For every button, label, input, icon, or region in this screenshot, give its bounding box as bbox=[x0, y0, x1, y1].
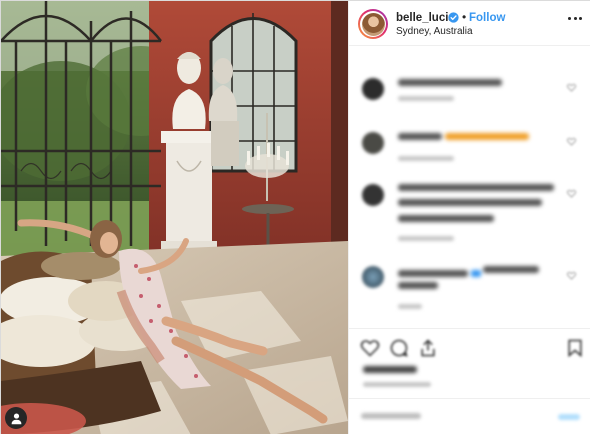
post-timestamp bbox=[363, 380, 431, 389]
comment-meta bbox=[398, 302, 422, 311]
location-link[interactable]: Sydney, Australia bbox=[396, 26, 473, 37]
header-separator: • bbox=[462, 10, 467, 24]
likes-count[interactable] bbox=[363, 365, 417, 376]
comment-text-blurred bbox=[398, 79, 502, 86]
comment-text bbox=[398, 132, 558, 144]
more-dot bbox=[573, 17, 577, 20]
comment-text-blurred bbox=[398, 282, 438, 289]
comment-avatar[interactable] bbox=[362, 132, 384, 154]
add-comment-bar bbox=[349, 398, 590, 434]
comment-text-blurred bbox=[398, 133, 442, 140]
comment-text-blurred bbox=[398, 215, 494, 222]
person-icon bbox=[11, 412, 21, 424]
follow-button[interactable]: Follow bbox=[469, 12, 505, 24]
comments-list bbox=[349, 46, 590, 328]
comment-meta-blurred bbox=[398, 156, 454, 161]
heart-icon[interactable] bbox=[360, 338, 380, 358]
action-bar bbox=[349, 328, 590, 363]
user-tag-icon[interactable] bbox=[5, 407, 27, 429]
comment-heart-icon[interactable] bbox=[567, 271, 576, 280]
instagram-post-embed: belle_lucia • Follow Sydney, Australia bbox=[0, 0, 590, 434]
comment-meta bbox=[398, 234, 454, 243]
avatar[interactable] bbox=[358, 9, 388, 39]
comment-text bbox=[398, 184, 558, 226]
comment-meta-blurred bbox=[398, 304, 422, 309]
add-comment-placeholder-blurred bbox=[361, 413, 421, 419]
photo-illustration bbox=[1, 1, 348, 434]
comment-text-blurred bbox=[398, 199, 542, 206]
post-side-panel: belle_lucia • Follow Sydney, Australia bbox=[348, 1, 590, 434]
comment-meta-blurred bbox=[398, 96, 454, 101]
comment-meta bbox=[398, 94, 454, 103]
comment-avatar[interactable] bbox=[362, 266, 384, 288]
comment-icon[interactable] bbox=[389, 338, 409, 358]
comment-emoji-blurred bbox=[470, 270, 481, 277]
comment-heart-icon[interactable] bbox=[567, 83, 576, 92]
post-header: belle_lucia • Follow Sydney, Australia bbox=[349, 1, 590, 46]
comment-heart-icon[interactable] bbox=[567, 137, 576, 146]
comment-text-blurred bbox=[398, 184, 554, 191]
more-options-icon[interactable] bbox=[568, 17, 582, 23]
post-photo[interactable] bbox=[1, 1, 348, 434]
comment-heart-icon[interactable] bbox=[567, 189, 576, 198]
comment-text-blurred bbox=[483, 266, 540, 273]
bookmark-icon[interactable] bbox=[565, 338, 585, 358]
likes-count-blurred bbox=[363, 366, 417, 373]
comment-meta bbox=[398, 154, 454, 163]
post-button-blurred bbox=[558, 414, 580, 420]
more-dot bbox=[579, 17, 582, 20]
timestamp-blurred bbox=[363, 382, 431, 387]
avatar-border bbox=[360, 11, 386, 37]
avatar-image bbox=[361, 12, 385, 36]
comment-meta-blurred bbox=[398, 236, 454, 241]
comment-text-blurred bbox=[398, 270, 468, 277]
comment-text bbox=[398, 266, 558, 293]
more-dot bbox=[568, 17, 571, 20]
post-comment-button[interactable] bbox=[558, 412, 580, 423]
comment-avatar[interactable] bbox=[362, 184, 384, 206]
add-comment-input[interactable] bbox=[361, 411, 541, 425]
verified-badge-icon bbox=[448, 12, 459, 23]
comment-avatar[interactable] bbox=[362, 78, 384, 100]
share-icon[interactable] bbox=[418, 338, 438, 358]
comment-text bbox=[398, 78, 558, 90]
comment-emoji-blurred bbox=[444, 133, 529, 140]
username-link[interactable]: belle_lucia bbox=[396, 12, 455, 24]
